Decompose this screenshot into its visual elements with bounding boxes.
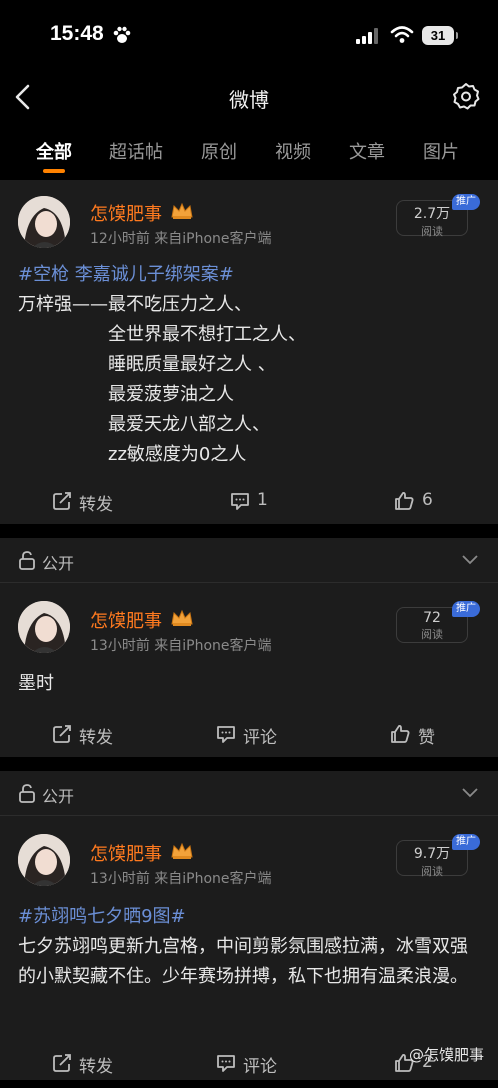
post-meta: 12小时前 来自iPhone客户端 bbox=[90, 231, 272, 247]
comment-count: 1 bbox=[257, 490, 268, 510]
unlock-icon bbox=[18, 550, 36, 574]
comment-icon bbox=[216, 724, 236, 749]
post-line: 最爱天龙八部之人、 bbox=[108, 414, 270, 435]
promo-badge: 推广 bbox=[452, 601, 480, 617]
avatar[interactable] bbox=[18, 834, 70, 886]
post-line: zz敏感度为0之人 bbox=[108, 444, 247, 465]
visibility-label: 公开 bbox=[42, 554, 75, 573]
visibility-row: 公开 bbox=[0, 538, 498, 583]
repost-icon bbox=[52, 724, 72, 749]
like-label: 赞 bbox=[418, 728, 435, 748]
crown-badge-icon bbox=[170, 608, 194, 632]
comment-icon bbox=[216, 1053, 236, 1078]
repost-icon bbox=[52, 1053, 72, 1078]
like-count: 6 bbox=[422, 490, 433, 510]
active-tab-indicator bbox=[43, 169, 65, 173]
promo-badge: 推广 bbox=[452, 194, 480, 210]
avatar[interactable] bbox=[18, 196, 70, 248]
promo-badge: 推广 bbox=[452, 834, 480, 850]
comment-icon bbox=[230, 491, 250, 516]
tab-original[interactable]: 原创 bbox=[201, 138, 237, 164]
repost-label: 转发 bbox=[79, 728, 113, 748]
post-card[interactable]: 怎馍肥事 13小时前 来自iPhone客户端 72 阅读 推广 墨时 转发 评论… bbox=[0, 583, 498, 757]
nav-bar: 微博 bbox=[0, 72, 498, 122]
tab-super-topic[interactable]: 超话帖 bbox=[109, 138, 163, 164]
repost-label: 转发 bbox=[79, 495, 113, 515]
topic-link[interactable]: #空枪 李嘉诚儿子绑架案# bbox=[18, 260, 480, 290]
post-actions: 转发 1 6 bbox=[0, 478, 498, 526]
post-text: #苏翊鸣七夕晒9图# 七夕苏翊鸣更新九宫格，中间剪影氛围感拉满，冰雪双强的小默契… bbox=[18, 902, 480, 992]
gear-icon[interactable] bbox=[452, 82, 480, 114]
status-bar: 15:48 31 bbox=[0, 0, 498, 72]
battery-indicator: 31 bbox=[422, 26, 458, 45]
post-actions: 转发 评论 赞 bbox=[0, 711, 498, 759]
post-card[interactable]: 怎馍肥事 13小时前 来自iPhone客户端 9.7万 阅读 推广 #苏翊鸣七夕… bbox=[0, 816, 498, 1080]
post-meta: 13小时前 来自iPhone客户端 bbox=[90, 638, 272, 654]
status-time: 15:48 bbox=[50, 22, 104, 45]
post-card[interactable]: 怎馍肥事 12小时前 来自iPhone客户端 2.7万 阅读 推广 #空枪 李嘉… bbox=[0, 180, 498, 524]
post-line: 睡眠质量最好之人 、 bbox=[108, 354, 276, 375]
read-label: 阅读 bbox=[421, 865, 443, 878]
wifi-icon bbox=[390, 25, 414, 49]
visibility-label: 公开 bbox=[42, 787, 75, 806]
page-title: 微博 bbox=[229, 88, 269, 112]
tab-article[interactable]: 文章 bbox=[349, 138, 385, 164]
username[interactable]: 怎馍肥事 bbox=[90, 840, 162, 866]
post-separator bbox=[0, 757, 498, 771]
username[interactable]: 怎馍肥事 bbox=[90, 607, 162, 633]
repost-label: 转发 bbox=[79, 1057, 113, 1077]
tab-bar: 全部 超话帖 原创 视频 文章 图片 bbox=[0, 130, 498, 178]
read-label: 阅读 bbox=[421, 225, 443, 238]
chevron-down-icon[interactable] bbox=[460, 552, 480, 571]
tab-picture[interactable]: 图片 bbox=[423, 138, 459, 164]
paw-icon bbox=[112, 26, 132, 48]
thumbs-up-icon bbox=[394, 491, 415, 516]
username[interactable]: 怎馍肥事 bbox=[90, 200, 162, 226]
post-text: #空枪 李嘉诚儿子绑架案# 万梓强——最不吃压力之人、 全世界最不想打工之人、 … bbox=[18, 260, 480, 470]
avatar[interactable] bbox=[18, 601, 70, 653]
crown-badge-icon bbox=[170, 841, 194, 865]
post-body: 七夕苏翊鸣更新九宫格，中间剪影氛围感拉满，冰雪双强的小默契藏不住。少年赛场拼搏，… bbox=[18, 936, 468, 987]
tab-video[interactable]: 视频 bbox=[275, 138, 311, 164]
comment-label: 评论 bbox=[243, 1057, 277, 1077]
post-meta: 13小时前 来自iPhone客户端 bbox=[90, 871, 272, 887]
topic-link[interactable]: #苏翊鸣七夕晒9图# bbox=[18, 902, 480, 932]
tab-all[interactable]: 全部 bbox=[36, 138, 72, 164]
repost-icon bbox=[52, 491, 72, 516]
cellular-signal-icon bbox=[356, 28, 380, 48]
thumbs-up-icon bbox=[390, 724, 411, 749]
read-label: 阅读 bbox=[421, 628, 443, 641]
post-line: 最爱菠萝油之人 bbox=[108, 384, 234, 405]
crown-badge-icon bbox=[170, 201, 194, 225]
comment-label: 评论 bbox=[243, 728, 277, 748]
post-line: 万梓强——最不吃压力之人、 bbox=[18, 294, 252, 315]
watermark: @怎馍肥事 bbox=[408, 1046, 484, 1064]
post-line: 全世界最不想打工之人、 bbox=[108, 324, 306, 345]
visibility-row: 公开 bbox=[0, 771, 498, 816]
chevron-down-icon[interactable] bbox=[460, 785, 480, 804]
unlock-icon bbox=[18, 783, 36, 807]
post-text: 墨时 bbox=[18, 673, 54, 694]
post-separator bbox=[0, 524, 498, 538]
